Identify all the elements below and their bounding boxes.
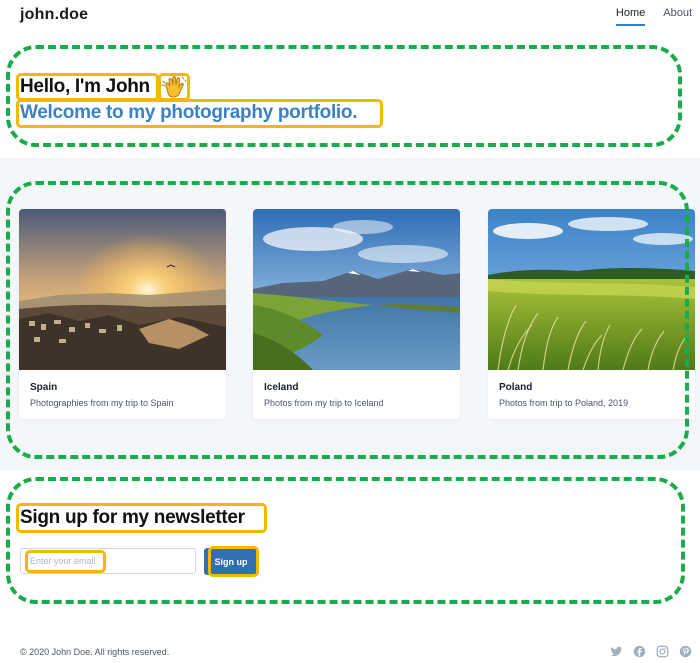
footer-copyright: © 2020 John Doe. All rights reserved.	[20, 647, 170, 657]
social-links	[610, 645, 692, 658]
nav-links: Home About	[615, 7, 692, 26]
newsletter-section-annotation	[6, 477, 685, 604]
nav-link-about[interactable]: About	[663, 7, 692, 26]
portfolio-section-annotation	[6, 181, 689, 459]
hero-section-annotation	[6, 45, 682, 147]
site-brand[interactable]: john.doe	[20, 6, 88, 24]
facebook-icon[interactable]	[633, 645, 646, 658]
pinterest-icon[interactable]	[679, 645, 692, 658]
twitter-icon[interactable]	[610, 645, 623, 658]
top-navbar: john.doe Home About	[0, 0, 700, 30]
instagram-icon[interactable]	[656, 645, 669, 658]
nav-link-home[interactable]: Home	[615, 7, 646, 26]
